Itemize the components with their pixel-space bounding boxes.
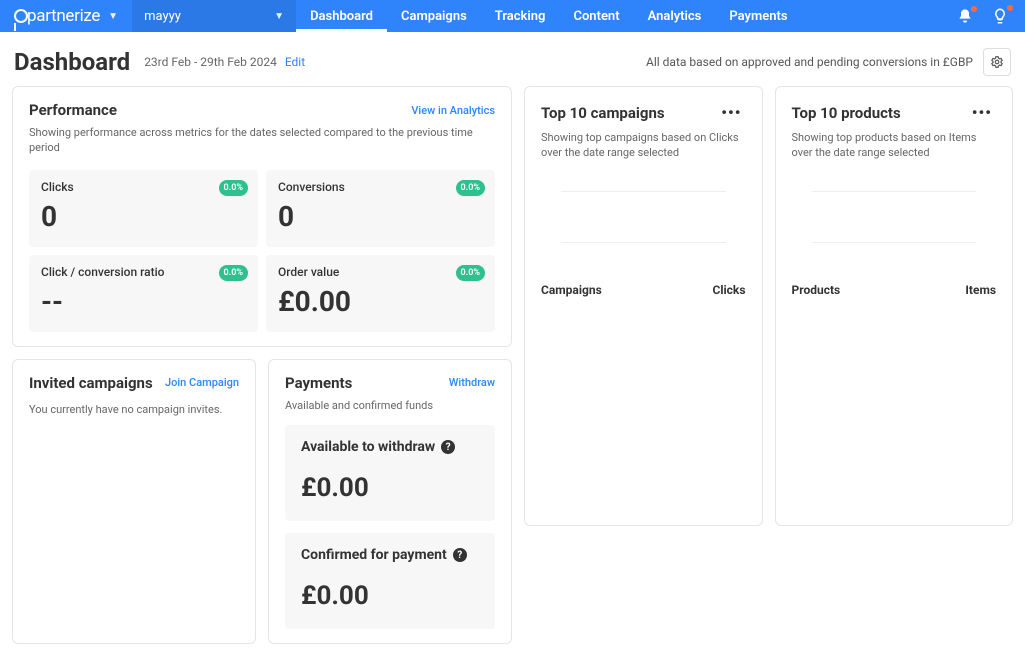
edit-date-link[interactable]: Edit [285,55,305,69]
notification-dot [1007,5,1013,11]
available-value: £0.00 [301,473,479,503]
available-label: Available to withdraw [301,439,435,455]
divider [812,242,977,243]
pct-badge: 0.0% [219,265,248,281]
topbar-right [957,7,1025,25]
invited-body: You currently have no campaign invites. [29,402,239,417]
page-header: Dashboard 23rd Feb - 29th Feb 2024 Edit … [0,32,1025,86]
top-campaigns-card: Top 10 campaigns ••• Showing top campaig… [524,86,763,526]
help-icon[interactable]: ? [441,440,455,454]
payments-card: Payments Withdraw Available and confirme… [268,359,512,644]
nav-content[interactable]: Content [559,0,633,32]
join-campaign-link[interactable]: Join Campaign [165,376,239,389]
top-products-subtitle: Showing top products based on Items over… [792,130,997,161]
confirmed-label: Confirmed for payment [301,547,447,563]
divider [812,191,977,192]
metric-value: 0 [278,200,483,233]
brand-switcher[interactable]: partnerize ▼ [0,0,132,32]
payments-title: Payments [285,374,352,392]
withdraw-link[interactable]: Withdraw [449,376,495,389]
payments-subtitle: Available and confirmed funds [285,398,495,413]
account-picker[interactable]: mayyy ▼ [132,0,296,32]
metric-value: -- [41,285,246,318]
nav-analytics[interactable]: Analytics [634,0,716,32]
top-campaigns-title: Top 10 campaigns [541,104,665,122]
nav-campaigns[interactable]: Campaigns [387,0,481,32]
confirmed-value: £0.00 [301,581,479,611]
page-title: Dashboard [14,48,130,76]
main-grid: Performance View in Analytics Showing pe… [0,86,1025,664]
available-box: Available to withdraw ? £0.00 [285,425,495,521]
metric-conversions: 0.0% Conversions 0 [266,170,495,247]
col-items: Items [965,283,996,297]
date-range: 23rd Feb - 29th Feb 2024 [144,55,277,69]
performance-subtitle: Showing performance across metrics for t… [29,125,495,156]
confirmed-box: Confirmed for payment ? £0.00 [285,533,495,629]
brand-logo: partnerize [14,6,100,26]
nav-tracking[interactable]: Tracking [481,0,560,32]
pct-badge: 0.0% [219,180,248,196]
col-campaigns: Campaigns [541,283,602,297]
notification-dot [971,6,977,12]
help-button[interactable] [991,7,1009,25]
chevron-down-icon: ▼ [108,11,118,22]
card-menu-button[interactable]: ••• [968,101,996,124]
metric-order-value: 0.0% Order value £0.00 [266,255,495,332]
top-campaigns-subtitle: Showing top campaigns based on Clicks ov… [541,130,746,161]
lightbulb-icon [991,7,1009,25]
divider [561,242,726,243]
topbar: partnerize ▼ mayyy ▼ Dashboard Campaigns… [0,0,1025,32]
top-products-card: Top 10 products ••• Showing top products… [775,86,1014,526]
pct-badge: 0.0% [456,180,485,196]
invited-title: Invited campaigns [29,374,153,392]
gear-icon [990,55,1004,69]
top-products-title: Top 10 products [792,104,901,122]
settings-button[interactable] [983,48,1011,76]
performance-card: Performance View in Analytics Showing pe… [12,86,512,347]
help-icon[interactable]: ? [453,548,467,562]
notifications-button[interactable] [957,8,973,24]
metric-label: Click / conversion ratio [41,265,246,279]
card-menu-button[interactable]: ••• [717,101,745,124]
logo-icon [14,9,28,23]
data-note: All data based on approved and pending c… [646,55,973,69]
view-analytics-link[interactable]: View in Analytics [411,104,495,117]
metric-label: Clicks [41,180,246,194]
main-nav: Dashboard Campaigns Tracking Content Ana… [296,0,802,32]
metric-label: Order value [278,265,483,279]
metric-value: 0 [41,200,246,233]
nav-payments[interactable]: Payments [715,0,801,32]
account-name: mayyy [144,9,181,24]
performance-title: Performance [29,101,117,119]
pct-badge: 0.0% [456,265,485,281]
chevron-down-icon: ▼ [274,11,284,22]
metric-clicks: 0.0% Clicks 0 [29,170,258,247]
col-clicks: Clicks [712,283,745,297]
metric-label: Conversions [278,180,483,194]
divider [561,191,726,192]
metric-value: £0.00 [278,285,483,318]
metric-ratio: 0.0% Click / conversion ratio -- [29,255,258,332]
invited-campaigns-card: Invited campaigns Join Campaign You curr… [12,359,256,644]
nav-dashboard[interactable]: Dashboard [296,0,387,32]
col-products: Products [792,283,841,297]
